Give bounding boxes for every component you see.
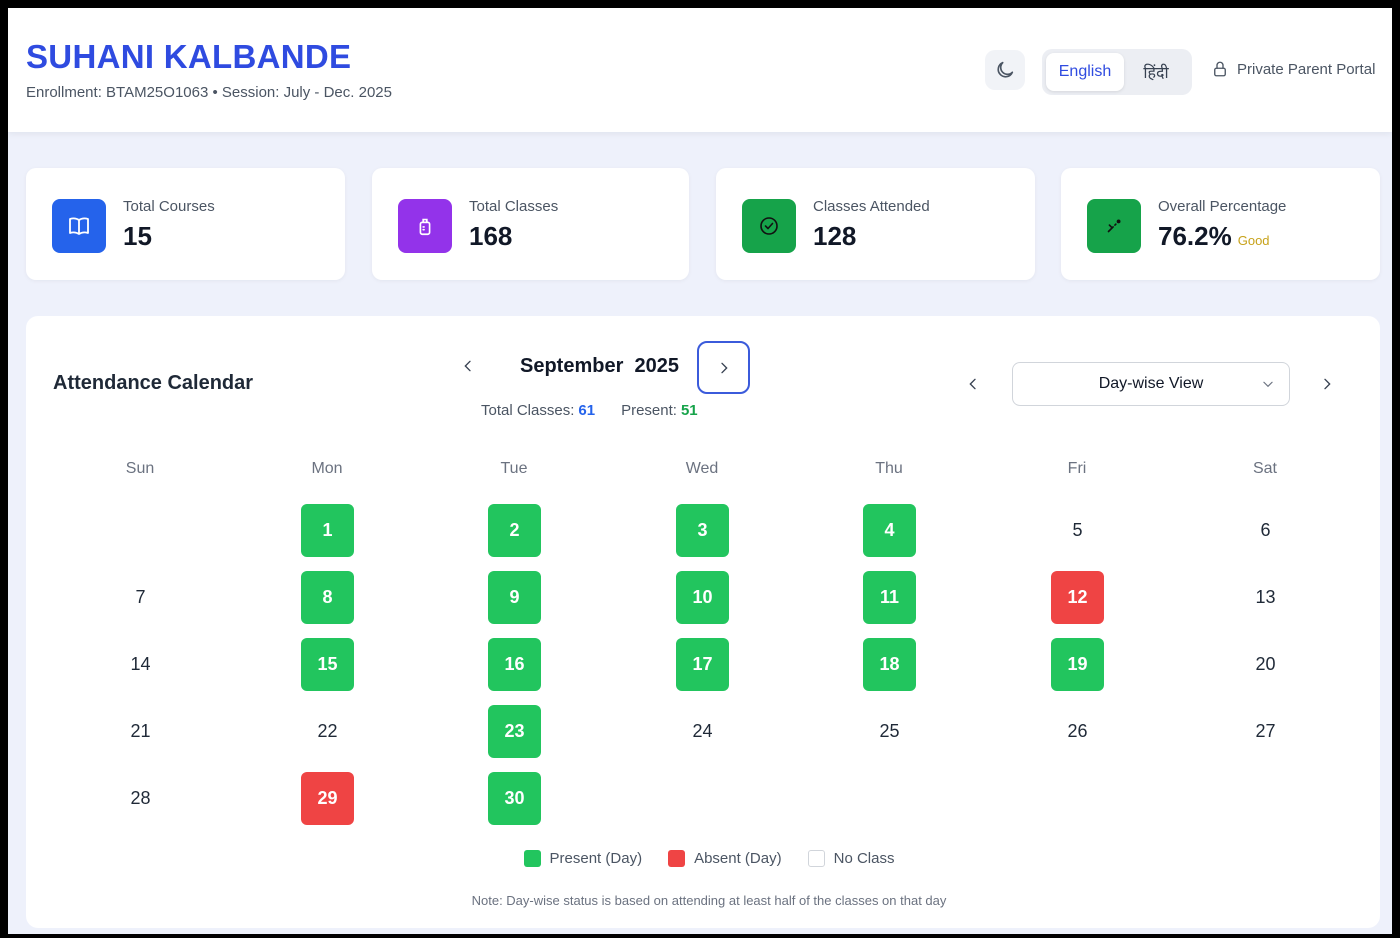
chevron-left-icon <box>464 360 471 372</box>
calendar-day-12[interactable]: 12 <box>1051 571 1104 624</box>
legend-no-class-label: No Class <box>833 850 895 867</box>
present-swatch <box>523 850 541 867</box>
total-classes-label: Total Classes: <box>481 402 575 419</box>
calendar-day-26[interactable]: 26 <box>1051 705 1104 758</box>
legend-present: Present (Day) <box>523 850 643 867</box>
stat-card-classes-attended: Classes Attended 128 <box>716 168 1035 280</box>
chevron-left-icon <box>969 378 976 390</box>
no-class-swatch <box>807 850 825 867</box>
legend-absent: Absent (Day) <box>668 850 782 867</box>
dark-mode-toggle[interactable] <box>985 50 1025 90</box>
portal-label: Private Parent Portal <box>1237 60 1376 78</box>
stat-value-wrap: 76.2% Good <box>1158 221 1270 252</box>
lang-english-button[interactable]: English <box>1046 53 1124 91</box>
language-toggle: English हिंदी <box>1042 49 1192 95</box>
trend-icon <box>1087 199 1141 253</box>
calendar-day-14[interactable]: 14 <box>114 638 167 691</box>
header: SUHANI KALBANDE Enrollment: BTAM25O1063 … <box>8 8 1392 132</box>
chevron-down-icon <box>1263 381 1273 388</box>
view-mode-select[interactable]: Day-wise View <box>1012 362 1290 406</box>
lang-hindi-button[interactable]: हिंदी <box>1124 53 1188 91</box>
month-summary: Total Classes: 61 Present: 51 <box>481 402 698 419</box>
calendar-day-30[interactable]: 30 <box>488 772 541 825</box>
calendar-day-20[interactable]: 20 <box>1239 638 1292 691</box>
stat-label: Overall Percentage <box>1158 198 1287 215</box>
calendar-day-2[interactable]: 2 <box>488 504 541 557</box>
chevron-right-icon <box>720 362 728 373</box>
stat-card-total-classes: Total Classes 168 <box>372 168 689 280</box>
calendar-day-19[interactable]: 19 <box>1051 638 1104 691</box>
legend-present-label: Present (Day) <box>549 850 643 867</box>
calendar-day-10[interactable]: 10 <box>676 571 729 624</box>
calendar-clip-icon <box>398 199 452 253</box>
legend-no-class: No Class <box>807 850 895 867</box>
enrollment-session-info: Enrollment: BTAM25O1063 • Session: July … <box>26 84 392 101</box>
calendar-day-7[interactable]: 7 <box>114 571 167 624</box>
calendar-day-29[interactable]: 29 <box>301 772 354 825</box>
stat-label: Total Courses <box>123 198 215 215</box>
prev-month-button[interactable] <box>454 352 482 380</box>
weekday-mon: Mon <box>311 460 343 477</box>
calendar-day-15[interactable]: 15 <box>301 638 354 691</box>
calendar-day-17[interactable]: 17 <box>676 638 729 691</box>
calendar-day-9[interactable]: 9 <box>488 571 541 624</box>
portal-indicator: Private Parent Portal <box>1211 60 1375 78</box>
stat-value: 76.2% <box>1158 221 1232 251</box>
present-value: 51 <box>680 402 698 419</box>
stat-value: 168 <box>469 221 513 251</box>
weekday-wed: Wed <box>685 460 719 477</box>
calendar-day-8[interactable]: 8 <box>301 571 354 624</box>
next-month-button[interactable] <box>697 341 750 394</box>
chevron-right-icon <box>1324 378 1331 390</box>
calendar-day-21[interactable]: 21 <box>114 705 167 758</box>
stat-label: Total Classes <box>469 198 559 215</box>
calendar-day-28[interactable]: 28 <box>114 772 167 825</box>
month-name: September <box>520 355 624 377</box>
calendar-day-5[interactable]: 5 <box>1051 504 1104 557</box>
stat-value: 15 <box>123 221 152 251</box>
attendance-calendar-panel: Attendance Calendar September 2025 Total… <box>26 316 1380 928</box>
calendar-day-1[interactable]: 1 <box>301 504 354 557</box>
stat-card-total-courses: Total Courses 15 <box>26 168 345 280</box>
calendar-day-27[interactable]: 27 <box>1239 705 1292 758</box>
present-label: Present: <box>621 402 677 419</box>
calendar-day-24[interactable]: 24 <box>676 705 729 758</box>
student-name: SUHANI KALBANDE <box>26 38 352 75</box>
weekday-thu: Thu <box>875 460 903 477</box>
stat-value: 128 <box>813 221 857 251</box>
calendar-day-6[interactable]: 6 <box>1239 504 1292 557</box>
calendar-note: Note: Day-wise status is based on attend… <box>471 893 947 908</box>
lock-icon <box>1214 61 1226 77</box>
calendar-day-4[interactable]: 4 <box>863 504 916 557</box>
weekday-fri: Fri <box>1067 460 1087 477</box>
view-next-button[interactable] <box>1313 370 1341 398</box>
weekday-tue: Tue <box>500 460 528 477</box>
calendar-day-16[interactable]: 16 <box>488 638 541 691</box>
calendar-day-13[interactable]: 13 <box>1239 571 1292 624</box>
view-prev-button[interactable] <box>959 370 987 398</box>
weekday-sat: Sat <box>1252 460 1277 477</box>
year: 2025 <box>634 355 680 377</box>
calendar-legend: Present (Day) Absent (Day) No Class <box>26 850 1380 867</box>
view-mode-value: Day-wise View <box>1098 375 1204 392</box>
absent-swatch <box>668 850 686 867</box>
legend-absent-label: Absent (Day) <box>694 850 782 867</box>
check-circle-icon <box>742 199 796 253</box>
stat-card-overall-percentage: Overall Percentage 76.2% Good <box>1061 168 1380 280</box>
total-classes-value: 61 <box>578 402 596 419</box>
performance-badge: Good <box>1237 233 1270 248</box>
weekday-sun: Sun <box>125 460 155 477</box>
app-frame: SUHANI KALBANDE Enrollment: BTAM25O1063 … <box>8 8 1392 934</box>
calendar-day-3[interactable]: 3 <box>676 504 729 557</box>
calendar-day-11[interactable]: 11 <box>863 571 916 624</box>
book-icon <box>52 199 106 253</box>
calendar-day-22[interactable]: 22 <box>301 705 354 758</box>
current-month: September 2025 <box>520 355 679 378</box>
calendar-day-25[interactable]: 25 <box>863 705 916 758</box>
calendar-title: Attendance Calendar <box>53 372 254 394</box>
moon-icon <box>997 61 1014 78</box>
calendar-day-23[interactable]: 23 <box>488 705 541 758</box>
stat-label: Classes Attended <box>813 198 930 215</box>
calendar-day-18[interactable]: 18 <box>863 638 916 691</box>
